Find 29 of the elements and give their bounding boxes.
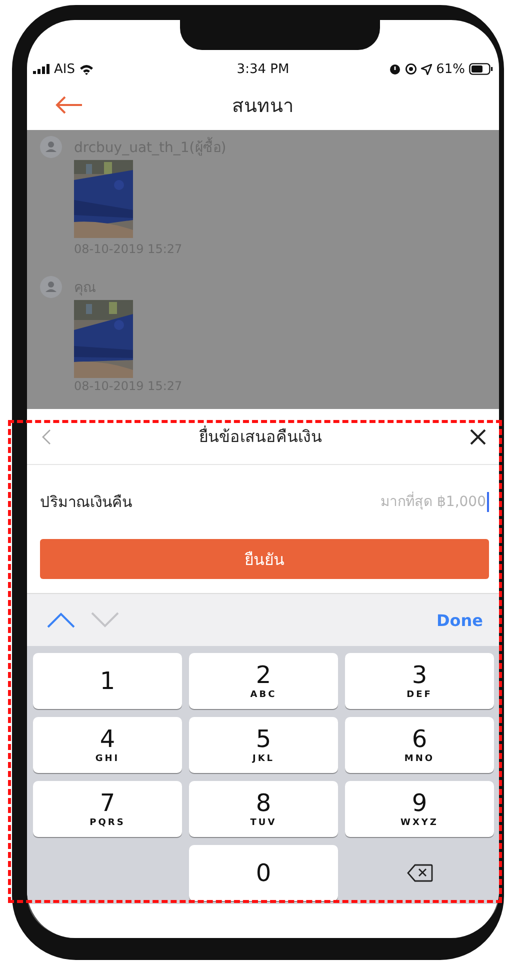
number-key[interactable]: 5 JKL — [189, 717, 338, 773]
number-key[interactable]: 2 ABC — [189, 653, 338, 709]
battery-icon — [469, 63, 493, 75]
number-key[interactable]: 9 WXYZ — [345, 781, 494, 837]
number-key[interactable]: 3 DEF — [345, 653, 494, 709]
sheet-title: ยื่นข้อเสนอคืนเงิน — [199, 424, 322, 448]
number-key[interactable]: 0 — [189, 845, 338, 901]
number-key[interactable]: 1 — [33, 653, 182, 709]
amount-label: ปริมาณเงินคืน — [40, 492, 132, 513]
wifi-icon — [78, 64, 94, 74]
signal-icon — [33, 64, 50, 74]
battery-percent: 61% — [436, 62, 465, 76]
location-icon — [421, 64, 432, 74]
screen-title: สนทนา — [231, 94, 295, 119]
number-key[interactable]: 6 MNO — [345, 717, 494, 773]
avatar-icon — [40, 276, 62, 298]
avatar-icon — [40, 136, 62, 158]
close-icon[interactable] — [470, 428, 486, 444]
back-arrow-icon[interactable] — [55, 96, 83, 114]
text-cursor — [487, 492, 489, 512]
backspace-icon[interactable] — [406, 864, 432, 882]
number-key[interactable]: 4 GHI — [33, 717, 182, 773]
carrier-name: AIS — [54, 62, 75, 76]
status-time: 3:34 PM — [236, 62, 290, 76]
back-chevron-icon[interactable] — [42, 428, 51, 444]
number-key[interactable]: 8 TUV — [189, 781, 338, 837]
number-key[interactable]: 7 PQRS — [33, 781, 182, 837]
amount-field[interactable]: มากที่สุด ฿1,000 — [296, 487, 489, 517]
chevron-up-icon[interactable] — [47, 612, 75, 628]
